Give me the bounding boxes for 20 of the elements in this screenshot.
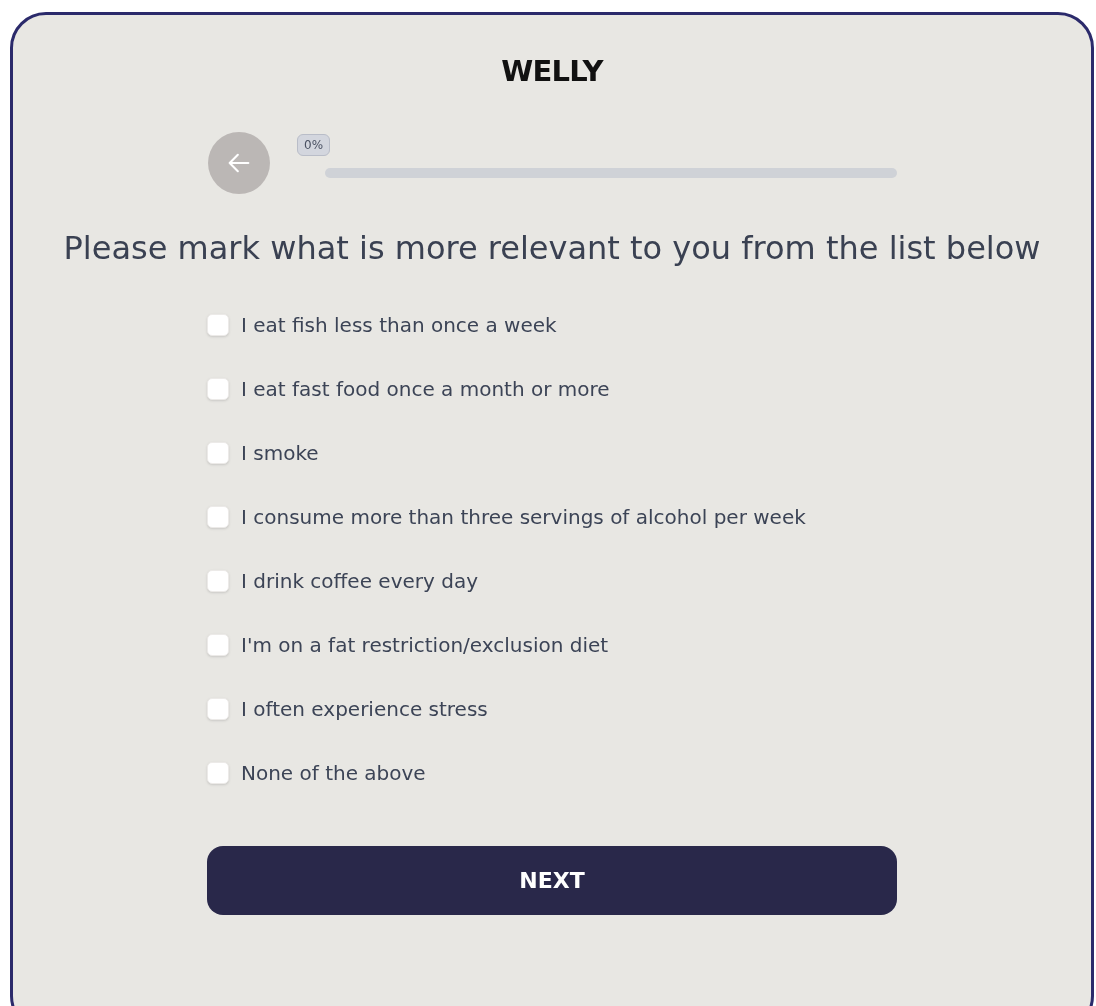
option-label: I consume more than three servings of alcohol per week — [241, 504, 806, 530]
option-label: I drink coffee every day — [241, 568, 478, 594]
question-text: Please mark what is more relevant to you from the list below — [62, 228, 1042, 269]
brand-logo: WELLY — [501, 53, 603, 89]
checkbox[interactable] — [207, 698, 229, 720]
checkbox[interactable] — [207, 442, 229, 464]
option-label: I often experience stress — [241, 696, 488, 722]
option-label: I eat fast food once a month or more — [241, 376, 610, 402]
option-label: None of the above — [241, 760, 426, 786]
checkbox[interactable] — [207, 762, 229, 784]
option-label: I smoke — [241, 440, 319, 466]
checkbox[interactable] — [207, 506, 229, 528]
checkbox[interactable] — [207, 378, 229, 400]
option-label: I'm on a fat restriction/exclusion diet — [241, 632, 609, 658]
checkbox[interactable] — [207, 634, 229, 656]
checkbox[interactable] — [207, 314, 229, 336]
option-label: I eat fish less than once a week — [241, 312, 557, 338]
checkbox[interactable] — [207, 570, 229, 592]
progress-badge: 0% — [297, 134, 331, 156]
next-button[interactable]: NEXT — [207, 846, 897, 915]
